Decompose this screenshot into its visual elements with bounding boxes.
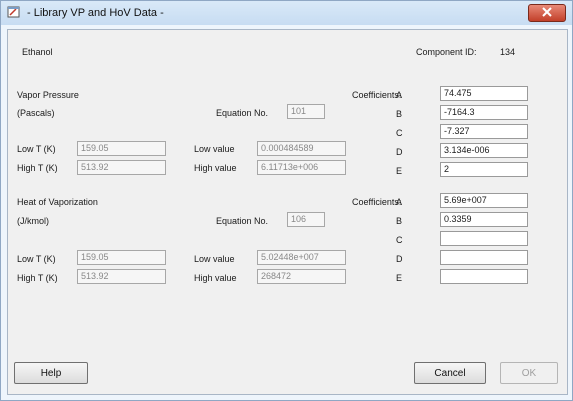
hov-low-t-field[interactable]: 159.05 [77, 250, 166, 265]
hov-coefficients-label: Coefficients: [352, 197, 402, 207]
vp-coef-d-field[interactable]: 3.134e-006 [440, 143, 528, 158]
hov-coef-b-label: B [396, 216, 403, 226]
vp-coef-c-label: C [396, 128, 403, 138]
component-id-label: Component ID: [416, 47, 477, 57]
ok-button[interactable]: OK [500, 362, 558, 384]
hov-units: (J/kmol) [17, 216, 49, 226]
hov-low-t-label: Low T (K) [17, 254, 56, 264]
hov-coef-b-field[interactable]: 0.3359 [440, 212, 528, 227]
vp-low-value-field[interactable]: 0.000484589 [257, 141, 346, 156]
vp-equation-field[interactable]: 101 [287, 104, 325, 119]
vp-low-t-label: Low T (K) [17, 144, 56, 154]
help-button[interactable]: Help [14, 362, 88, 384]
hov-coef-d-label: D [396, 254, 403, 264]
hov-equation-field[interactable]: 106 [287, 212, 325, 227]
hov-coef-a-label: A [396, 197, 403, 207]
hov-high-value-label: High value [194, 273, 237, 283]
vp-low-value-label: Low value [194, 144, 235, 154]
vp-high-t-label: High T (K) [17, 163, 58, 173]
vp-coef-a-label: A [396, 90, 403, 100]
vp-coef-b-label: B [396, 109, 403, 119]
vp-high-t-field[interactable]: 513.92 [77, 160, 166, 175]
hov-low-value-field[interactable]: 5.02448e+007 [257, 250, 346, 265]
dialog-window: - Library VP and HoV Data - Ethanol Comp… [0, 0, 573, 401]
vp-coef-a-field[interactable]: 74.475 [440, 86, 528, 101]
hov-coef-d-field[interactable] [440, 250, 528, 265]
hov-high-value-field[interactable]: 268472 [257, 269, 346, 284]
title-bar[interactable]: - Library VP and HoV Data - [1, 1, 572, 25]
hov-section-title: Heat of Vaporization [17, 197, 98, 207]
vp-high-value-field[interactable]: 6.11713e+006 [257, 160, 346, 175]
compound-name: Ethanol [22, 47, 53, 57]
vp-units: (Pascals) [17, 108, 55, 118]
hov-coef-c-field[interactable] [440, 231, 528, 246]
hov-coef-c-label: C [396, 235, 403, 245]
close-icon [541, 7, 553, 19]
dialog-body: Ethanol Component ID: 134 Vapor Pressure… [7, 29, 568, 395]
vp-coef-d-label: D [396, 147, 403, 157]
window-title: - Library VP and HoV Data - [27, 7, 164, 19]
hov-coef-a-field[interactable]: 5.69e+007 [440, 193, 528, 208]
vp-high-value-label: High value [194, 163, 237, 173]
close-button[interactable] [528, 4, 566, 22]
vp-coef-e-label: E [396, 166, 403, 176]
vp-coef-e-field[interactable]: 2 [440, 162, 528, 177]
hov-high-t-field[interactable]: 513.92 [77, 269, 166, 284]
hov-equation-label: Equation No. [216, 216, 269, 226]
hov-high-t-label: High T (K) [17, 273, 58, 283]
vp-coefficients-label: Coefficients: [352, 90, 402, 100]
vp-section-title: Vapor Pressure [17, 90, 79, 100]
vp-coef-c-field[interactable]: -7.327 [440, 124, 528, 139]
app-icon [7, 5, 21, 19]
hov-low-value-label: Low value [194, 254, 235, 264]
component-id-value: 134 [500, 47, 516, 57]
hov-coef-e-field[interactable] [440, 269, 528, 284]
vp-low-t-field[interactable]: 159.05 [77, 141, 166, 156]
cancel-button[interactable]: Cancel [414, 362, 486, 384]
hov-coef-e-label: E [396, 273, 403, 283]
vp-equation-label: Equation No. [216, 108, 269, 118]
vp-coef-b-field[interactable]: -7164.3 [440, 105, 528, 120]
